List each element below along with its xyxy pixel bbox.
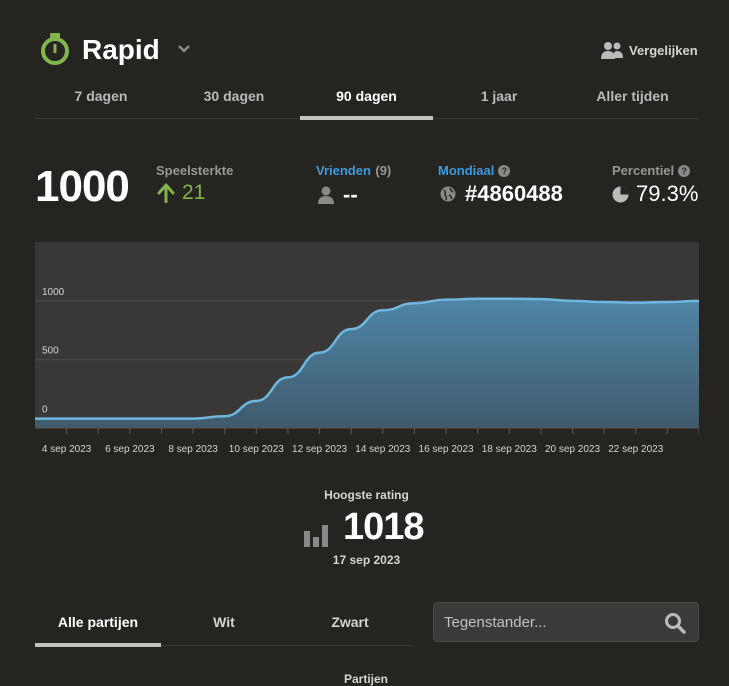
friends-rank: -- (318, 182, 358, 208)
tab-white[interactable]: Wit (161, 614, 287, 630)
strength-label: Speelsterkte (156, 163, 234, 178)
tab-1-year[interactable]: 1 jaar (433, 88, 565, 104)
rating-history-chart: 1000 500 0 4 sep 2023 6 sep 2023 8 sep 2023 10… (35, 242, 699, 455)
tab-all-time[interactable]: Aller tijden (566, 88, 699, 104)
opponent-search-input[interactable] (444, 603, 654, 641)
best-rating-date: 17 sep 2023 (332, 553, 401, 567)
strength-change-value: 21 (182, 181, 206, 204)
x-tick-label: 4 sep 2023 (42, 444, 92, 455)
x-tick-label: 16 sep 2023 (419, 444, 474, 455)
bar-chart-icon (304, 521, 330, 547)
percentile-header: Percentiel? (612, 162, 691, 180)
active-tab-indicator (300, 116, 433, 120)
y-tick-label: 500 (42, 346, 59, 357)
user-icon (318, 186, 334, 204)
x-tick-label: 6 sep 2023 (105, 444, 155, 455)
best-rating-value: 1018 (343, 506, 425, 548)
stats-panel: Rapid Vergelijken 7 dagen 30 dagen 90 da… (0, 0, 729, 686)
compare-button[interactable]: Vergelijken (600, 40, 698, 60)
friends-header: Vrienden (9) (316, 162, 391, 180)
x-tick-label: 20 sep 2023 (545, 444, 600, 455)
help-icon[interactable]: ? (498, 165, 511, 177)
compare-label: Vergelijken (629, 42, 698, 58)
games-column-header: Partijen (344, 672, 389, 686)
tab-7-days[interactable]: 7 dagen (35, 88, 167, 104)
friends-link[interactable]: Vrienden (316, 163, 371, 178)
tab-30-days[interactable]: 30 dagen (168, 88, 300, 104)
strength-change: 21 (157, 181, 205, 205)
percentile-value-row: 79.3% (612, 181, 698, 207)
x-tick-label: 12 sep 2023 (292, 444, 347, 455)
x-tick-label: 14 sep 2023 (355, 444, 410, 455)
friends-rank-value: -- (343, 182, 358, 207)
search-icon[interactable] (664, 612, 686, 634)
y-tick-label: 0 (42, 405, 48, 416)
global-header: Mondiaal? (438, 162, 511, 180)
global-link[interactable]: Mondiaal (438, 163, 494, 178)
best-rating-label: Hoogste rating (324, 488, 409, 502)
current-rating: 1000 (35, 162, 130, 211)
x-tick-label: 10 sep 2023 (229, 444, 284, 455)
globe-icon (440, 186, 456, 202)
tab-black[interactable]: Zwart (287, 614, 413, 630)
percentile-label: Percentiel (612, 163, 675, 178)
arrow-up-icon (157, 183, 175, 203)
stopwatch-icon (38, 32, 72, 66)
percentile-value: 79.3% (636, 181, 699, 206)
page-title: Rapid (82, 34, 160, 65)
active-games-tab-indicator (35, 643, 161, 647)
tab-90-days[interactable]: 90 dagen (300, 88, 433, 104)
global-rank-value: #4860488 (465, 181, 563, 206)
x-tick-label: 18 sep 2023 (482, 444, 537, 455)
friends-count: (9) (375, 163, 392, 178)
y-tick-label: 1000 (42, 287, 65, 298)
tab-all-games[interactable]: Alle partijen (35, 614, 161, 630)
global-rank: #4860488 (440, 181, 563, 207)
users-icon (601, 42, 623, 59)
x-tick-label: 22 sep 2023 (608, 444, 663, 455)
help-icon[interactable]: ? (678, 165, 691, 177)
x-tick-label: 8 sep 2023 (168, 444, 218, 455)
chevron-down-icon[interactable] (176, 42, 192, 54)
pie-chart-icon (612, 186, 629, 202)
opponent-search (433, 602, 699, 642)
